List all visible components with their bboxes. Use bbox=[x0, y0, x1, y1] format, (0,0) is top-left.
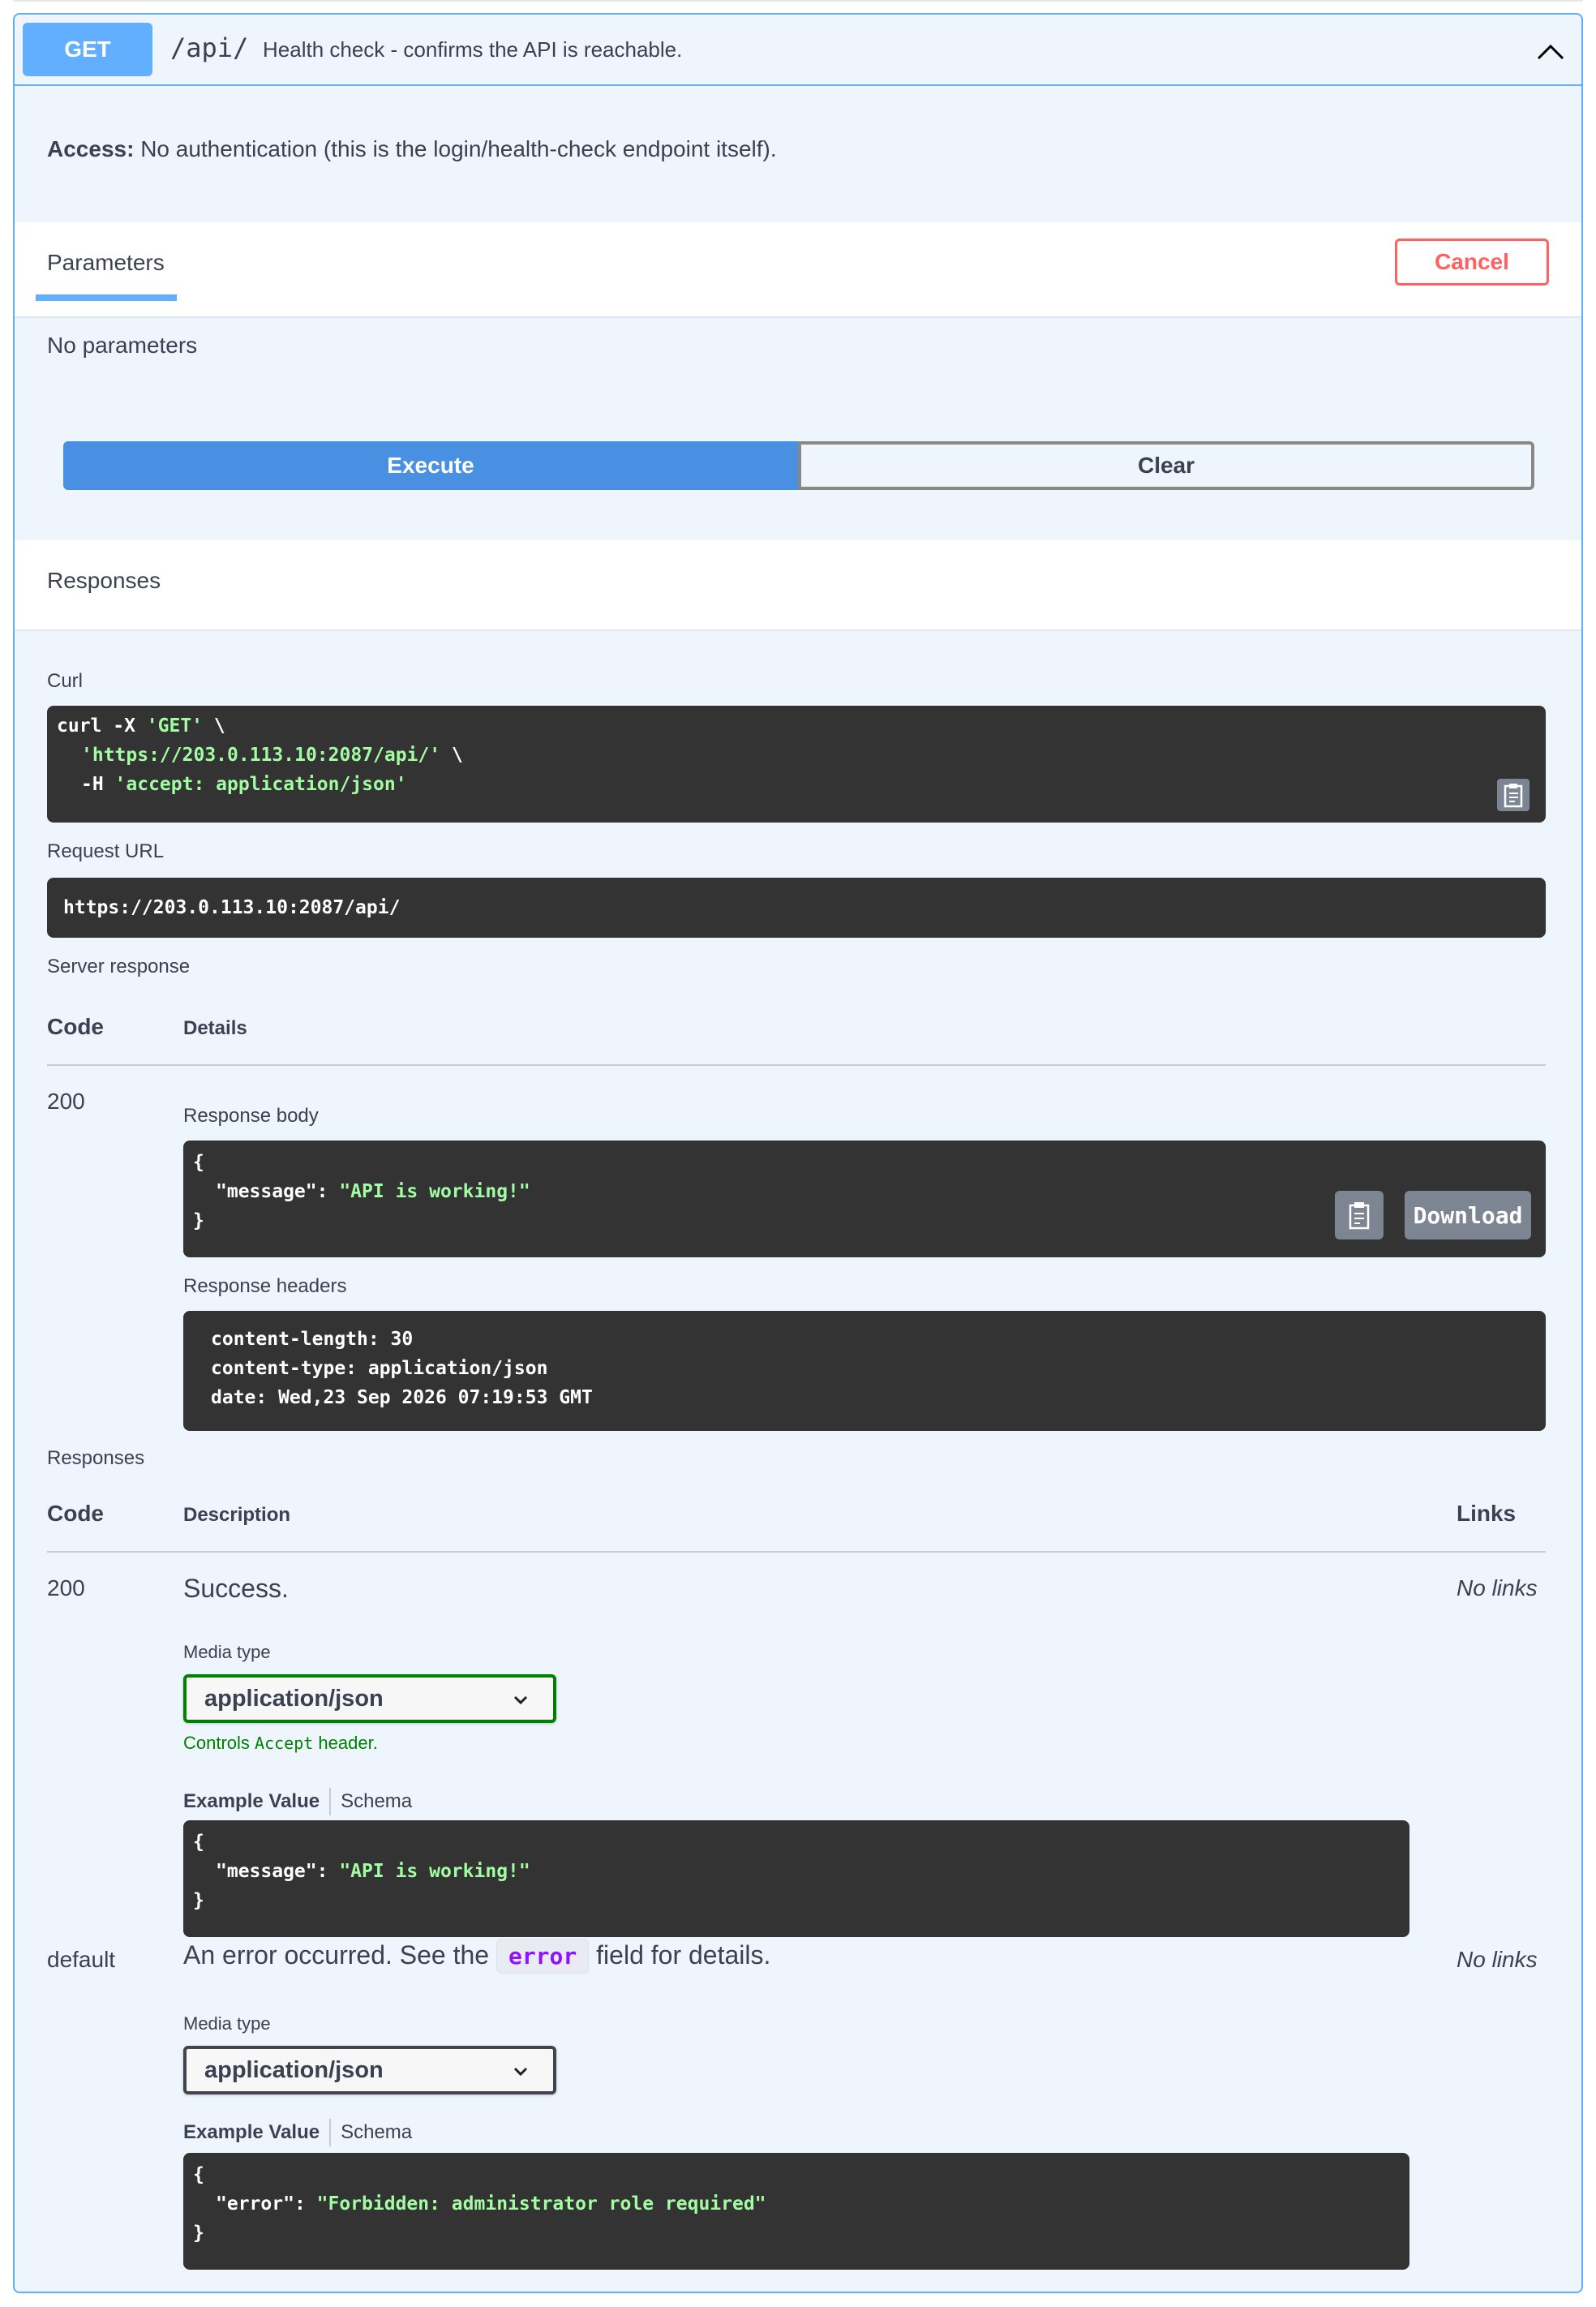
divider bbox=[47, 1551, 1546, 1553]
media-type-value: application/json bbox=[204, 1685, 384, 1712]
access-text: No authentication (this is the login/hea… bbox=[140, 136, 777, 161]
error-code-chip: error bbox=[496, 1939, 590, 1974]
responses-doc-label: Responses bbox=[47, 1447, 145, 1469]
request-url-value: https://203.0.113.10:2087/api/ bbox=[63, 897, 401, 918]
access-label: Access: bbox=[47, 136, 135, 161]
example-value-code[interactable]: { "error": "Forbidden: administrator rol… bbox=[183, 2153, 1409, 2270]
cancel-button[interactable]: Cancel bbox=[1395, 238, 1549, 286]
tab-schema[interactable]: Schema bbox=[341, 1790, 412, 1813]
divider bbox=[47, 1064, 1546, 1066]
top-divider bbox=[13, 0, 1583, 2]
download-button[interactable]: Download bbox=[1405, 1191, 1531, 1239]
server-response-code: 200 bbox=[47, 1089, 85, 1114]
divider bbox=[15, 316, 1581, 318]
responses-title: Responses bbox=[47, 568, 161, 593]
tab-example-value[interactable]: Example Value bbox=[183, 2121, 320, 2144]
response-body-label: Response body bbox=[183, 1105, 319, 1127]
copy-response-icon[interactable] bbox=[1335, 1191, 1384, 1239]
divider bbox=[15, 629, 1581, 631]
request-url-label: Request URL bbox=[47, 840, 165, 862]
response-code: 200 bbox=[47, 1575, 85, 1600]
responses-col-code: Code bbox=[47, 1501, 104, 1526]
example-tabs: Example Value Schema bbox=[183, 1788, 412, 1815]
divider bbox=[329, 1788, 332, 1815]
parameters-header bbox=[15, 222, 1581, 316]
media-type-select[interactable]: application/json bbox=[183, 1674, 556, 1723]
access-note: Access: No authentication (this is the l… bbox=[47, 136, 777, 162]
no-parameters-text: No parameters bbox=[47, 333, 198, 358]
media-type-label: Media type bbox=[183, 1642, 271, 1662]
operation-block: GET /api/ Health check - confirms the AP… bbox=[13, 13, 1583, 2293]
response-body[interactable]: { "message": "API is working!" } Downloa… bbox=[183, 1141, 1546, 1257]
server-col-code: Code bbox=[47, 1014, 104, 1039]
tab-parameters[interactable]: Parameters bbox=[47, 250, 165, 276]
response-description: An error occurred. See the error field f… bbox=[183, 1939, 770, 1974]
media-type-value: application/json bbox=[204, 2056, 384, 2083]
media-type-label: Media type bbox=[183, 2013, 271, 2034]
response-description: Success. bbox=[183, 1574, 289, 1603]
server-col-details: Details bbox=[183, 1017, 247, 1039]
curl-code[interactable]: curl -X 'GET' \ 'https://203.0.113.10:20… bbox=[47, 706, 1546, 823]
execute-button[interactable]: Execute bbox=[63, 441, 798, 490]
copy-curl-icon[interactable] bbox=[1497, 779, 1530, 811]
endpoint-path: /api/ bbox=[170, 32, 249, 63]
response-links: No links bbox=[1457, 1575, 1538, 1600]
header-line: content-type: application/json bbox=[211, 1358, 548, 1379]
request-url-box[interactable]: https://203.0.113.10:2087/api/ bbox=[47, 878, 1546, 938]
header-line: content-length: 30 bbox=[211, 1329, 414, 1350]
example-tabs: Example Value Schema bbox=[183, 2119, 412, 2146]
chevron-down-icon bbox=[513, 2067, 528, 2077]
media-type-select[interactable]: application/json bbox=[183, 2046, 556, 2094]
server-response-label: Server response bbox=[47, 956, 191, 977]
controls-accept-note: Controls Accept header. bbox=[183, 1733, 378, 1753]
divider bbox=[329, 2119, 332, 2146]
tab-active-indicator bbox=[36, 294, 177, 301]
response-code: default bbox=[47, 1947, 116, 1972]
responses-col-links: Links bbox=[1457, 1501, 1517, 1526]
example-value-code[interactable]: { "message": "API is working!" } bbox=[183, 1820, 1409, 1937]
curl-label: Curl bbox=[47, 670, 84, 692]
responses-header bbox=[15, 540, 1581, 629]
header-line: date: Wed,23 Sep 2026 07:19:53 GMT bbox=[211, 1387, 593, 1408]
response-headers[interactable]: content-length: 30 content-type: applica… bbox=[183, 1311, 1546, 1431]
chevron-up-icon[interactable] bbox=[1536, 39, 1565, 63]
tab-example-value[interactable]: Example Value bbox=[183, 1790, 320, 1813]
chevron-down-icon bbox=[513, 1695, 528, 1705]
tab-schema[interactable]: Schema bbox=[341, 2121, 412, 2144]
operation-summary[interactable]: GET /api/ Health check - confirms the AP… bbox=[15, 15, 1581, 86]
response-links: No links bbox=[1457, 1947, 1538, 1972]
clear-button[interactable]: Clear bbox=[798, 441, 1534, 490]
method-badge: GET bbox=[23, 23, 152, 76]
responses-col-description: Description bbox=[183, 1504, 291, 1526]
response-headers-label: Response headers bbox=[183, 1275, 347, 1297]
endpoint-description: Health check - confirms the API is reach… bbox=[263, 37, 683, 62]
